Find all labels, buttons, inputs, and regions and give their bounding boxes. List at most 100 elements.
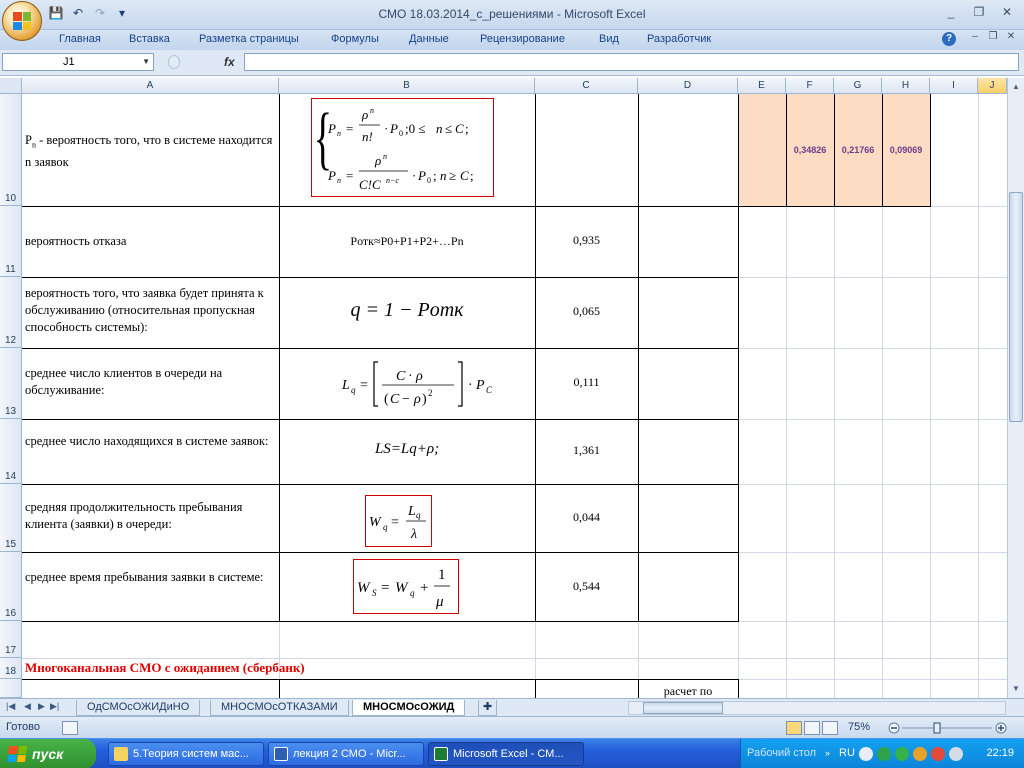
help-icon[interactable]: ? (942, 32, 956, 46)
prev-sheet-icon[interactable]: ◀ (24, 701, 31, 712)
cell-c16[interactable]: 0,544 (535, 579, 638, 594)
tray-update-icon[interactable] (913, 747, 927, 761)
cell-c12[interactable]: 0,065 (535, 304, 638, 319)
name-box[interactable]: J1 ▼ (2, 53, 154, 71)
macro-record-icon[interactable] (62, 721, 78, 735)
tab-view[interactable]: Вид (599, 33, 619, 45)
formula-b15[interactable]: Wq = Lq λ (365, 495, 432, 547)
cell-a12[interactable]: вероятность того, что заявка будет приня… (25, 285, 275, 336)
start-button[interactable]: пуск (0, 739, 96, 768)
tab-home[interactable]: Главная (59, 33, 101, 45)
cell-a13[interactable]: среднее число клиентов в очереди на обсл… (25, 365, 275, 399)
language-indicator[interactable]: RU (839, 747, 855, 759)
formula-pn-image[interactable]: { Pn = ρn n! · P0 ;0 ≤ n ≤ C; Pn = ρn C!… (311, 98, 494, 197)
cell-h10[interactable]: 0,09069 (882, 145, 930, 155)
formula-b11[interactable]: Pотк≈P0+P1+P2+…Pn (279, 233, 535, 250)
taskbar-item-word[interactable]: лекция 2 СМО - Micr... (268, 742, 424, 766)
cell-a18-heading[interactable]: Многоканальная СМО с ожиданием (сбербанк… (25, 660, 305, 676)
cell-c13[interactable]: 0,111 (535, 375, 638, 390)
column-header-h[interactable]: H (882, 78, 930, 94)
maximize-button[interactable]: ❐ (966, 4, 992, 22)
workbook-minimize-button[interactable]: – (968, 31, 982, 42)
taskbar-item-excel[interactable]: Microsoft Excel - СМ... (428, 742, 584, 766)
row-header-19[interactable] (0, 679, 22, 698)
cell-c11[interactable]: 0,935 (535, 233, 638, 248)
zoom-level[interactable]: 75% (848, 721, 870, 733)
normal-view-icon[interactable] (786, 721, 802, 735)
column-header-i[interactable]: I (930, 78, 978, 94)
cell-a16[interactable]: среднее время пребывания заявки в систем… (25, 569, 275, 586)
name-box-dropdown-icon[interactable]: ▼ (142, 54, 150, 70)
taskbar-item-folder[interactable]: 5.Теория систем мас... (108, 742, 264, 766)
desktop-toolbar-label[interactable]: Рабочий стол (747, 747, 816, 759)
tab-review[interactable]: Рецензирование (480, 33, 565, 45)
column-header-b[interactable]: B (279, 78, 535, 94)
row-header-15[interactable]: 15 (0, 484, 22, 552)
close-button[interactable]: ✕ (994, 4, 1020, 22)
cell-f10[interactable]: 0,34826 (786, 145, 834, 155)
cell-c14[interactable]: 1,361 (535, 443, 638, 458)
row-header-18[interactable]: 18 (0, 658, 22, 679)
insert-sheet-icon[interactable]: ✚ (478, 700, 498, 716)
tray-security-icon[interactable] (931, 747, 945, 761)
cell-a11[interactable]: вероятность отказа (25, 233, 275, 250)
worksheet-grid[interactable]: Pn - вероятность того, что в системе нах… (22, 94, 1007, 698)
row-header-12[interactable]: 12 (0, 277, 22, 348)
page-break-view-icon[interactable] (822, 721, 838, 735)
row-header-17[interactable]: 17 (0, 621, 22, 658)
column-header-e[interactable]: E (738, 78, 786, 94)
page-layout-view-icon[interactable] (804, 721, 820, 735)
workbook-close-button[interactable]: ✕ (1004, 31, 1018, 42)
column-header-f[interactable]: F (786, 78, 834, 94)
zoom-slider[interactable] (888, 722, 1008, 734)
vertical-scroll-thumb[interactable] (1009, 192, 1023, 422)
tab-insert[interactable]: Вставка (129, 33, 170, 45)
column-header-c[interactable]: C (535, 78, 638, 94)
cell-a10[interactable]: Pn - вероятность того, что в системе нах… (25, 132, 275, 171)
vertical-scrollbar[interactable]: ▲ ▼ (1007, 78, 1024, 698)
insert-function-icon[interactable]: fx (224, 55, 235, 69)
column-header-g[interactable]: G (834, 78, 882, 94)
cell-a14[interactable]: среднее число находящихся в системе заяв… (25, 433, 275, 450)
tab-page-layout[interactable]: Разметка страницы (199, 33, 299, 45)
cell-c15[interactable]: 0,044 (535, 510, 638, 525)
cell-a15[interactable]: средняя продолжительность пребывания кли… (25, 499, 275, 533)
row-header-11[interactable]: 11 (0, 206, 22, 277)
office-button[interactable] (2, 1, 42, 41)
column-header-j[interactable]: J (978, 78, 1007, 94)
tray-network-icon[interactable] (877, 747, 891, 761)
column-header-d[interactable]: D (638, 78, 738, 94)
tab-developer[interactable]: Разработчик (647, 33, 711, 45)
sheet-tab-mnosmo-otkaz[interactable]: МНОСМОсОТКАЗАМИ (210, 700, 349, 716)
minimize-button[interactable]: _ (938, 4, 964, 22)
first-sheet-icon[interactable]: |◀ (6, 701, 15, 712)
sheet-tab-odsmo[interactable]: ОдСМОсОЖИДиНО (76, 700, 201, 716)
column-header-a[interactable]: A (22, 78, 279, 94)
formula-bar-splitter[interactable] (168, 55, 180, 69)
tab-data[interactable]: Данные (409, 33, 449, 45)
scroll-down-icon[interactable]: ▼ (1009, 682, 1023, 696)
tray-volume-icon[interactable] (949, 747, 963, 761)
sheet-tab-mnosmo-ozhid[interactable]: МНОСМОсОЖИД (352, 700, 466, 716)
row-header-13[interactable]: 13 (0, 348, 22, 419)
tab-formulas[interactable]: Формулы (331, 33, 379, 45)
cell-g10[interactable]: 0,21766 (834, 145, 882, 155)
tray-app-icon[interactable] (895, 747, 909, 761)
scroll-up-icon[interactable]: ▲ (1009, 80, 1023, 94)
formula-b12[interactable]: q = 1 − Pотк (279, 300, 535, 320)
horizontal-scrollbar[interactable] (628, 701, 1006, 715)
row-header-14[interactable]: 14 (0, 419, 22, 484)
horizontal-scroll-thumb[interactable] (643, 702, 723, 714)
formula-b13[interactable]: Lq = C · ρ (C − ρ) 2 · PC (340, 356, 500, 412)
formula-b14[interactable]: LS=Lq+ρ; (279, 441, 535, 458)
select-all-corner[interactable] (0, 78, 22, 94)
toolbar-expand-icon[interactable]: » (825, 748, 830, 758)
formula-b16[interactable]: WS = Wq + 1 μ (353, 559, 459, 614)
row-header-16[interactable]: 16 (0, 552, 22, 621)
formula-input[interactable] (244, 53, 1019, 71)
cell-d19[interactable]: расчет по (638, 683, 738, 698)
workbook-restore-button[interactable]: ❐ (986, 31, 1000, 42)
tray-back-icon[interactable] (859, 747, 873, 761)
last-sheet-icon[interactable]: ▶| (50, 701, 59, 712)
row-header-10[interactable]: 10 (0, 94, 22, 206)
